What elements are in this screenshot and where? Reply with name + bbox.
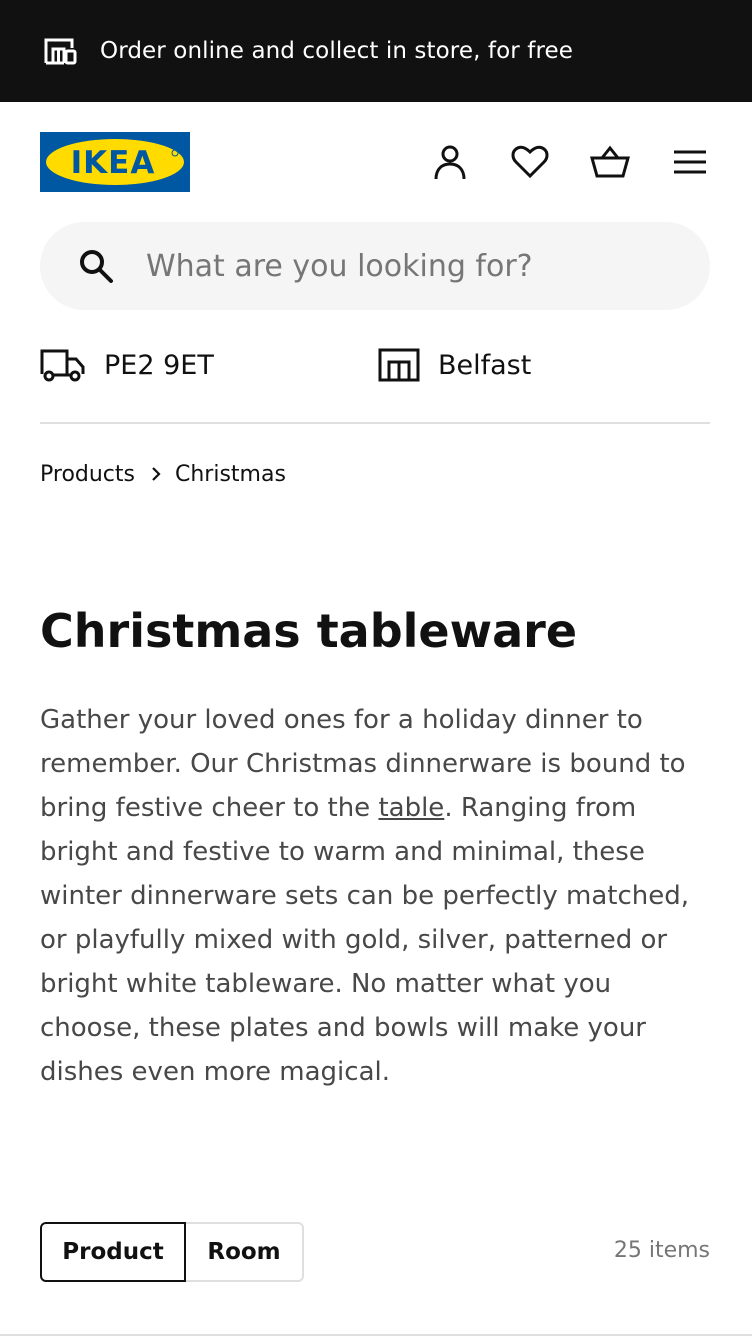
promo-banner-text: Order online and collect in store, for f… (100, 38, 574, 64)
menu-icon[interactable] (670, 142, 710, 182)
description-line: winter dinnerware sets can be perfectly … (40, 881, 690, 911)
description-line: dishes even more magical. (40, 1057, 390, 1087)
divider (40, 422, 710, 424)
description-line: or playfully mixed with gold, silver, pa… (40, 925, 668, 955)
breadcrumb-item-products[interactable]: Products (40, 462, 135, 487)
description-line: Gather your loved ones for a holiday din… (40, 705, 643, 735)
selected-store[interactable]: Belfast (378, 342, 531, 388)
description-text: . Ranging from (444, 793, 637, 823)
truck-icon (40, 348, 86, 382)
product-toggle-button[interactable]: Product (40, 1222, 186, 1282)
results-count: 25 items (613, 1238, 710, 1263)
description-line: bright and festive to warm and minimal, … (40, 837, 645, 867)
search-bar[interactable] (40, 222, 710, 310)
store-name-text: Belfast (438, 349, 532, 381)
table-link[interactable]: table (378, 793, 444, 823)
view-toggle: Product Room (40, 1222, 304, 1282)
heart-icon[interactable] (510, 142, 550, 182)
chevron-right-icon (151, 467, 161, 481)
store-icon (378, 348, 420, 382)
svg-text:IKEA: IKEA (71, 145, 156, 181)
page-title: Christmas tableware (40, 604, 578, 658)
store-icon (44, 37, 78, 65)
description-line: bring festive cheer to the table. Rangin… (40, 786, 720, 830)
page-description: Gather your loved ones for a holiday din… (40, 698, 720, 1094)
delivery-postcode[interactable]: PE2 9ET (40, 342, 214, 388)
divider (0, 1334, 752, 1336)
search-icon[interactable] (78, 248, 114, 284)
site-header: IKEA (0, 102, 752, 222)
description-line: bright white tableware. No matter what y… (40, 969, 612, 999)
search-input[interactable] (146, 248, 646, 284)
basket-icon[interactable] (590, 142, 630, 182)
breadcrumb: Products Christmas (40, 456, 286, 492)
postcode-text: PE2 9ET (104, 349, 214, 381)
promo-banner[interactable]: Order online and collect in store, for f… (0, 0, 752, 102)
ikea-logo[interactable]: IKEA (40, 132, 190, 192)
user-icon[interactable] (430, 142, 470, 182)
breadcrumb-item-christmas[interactable]: Christmas (175, 462, 286, 487)
description-text: bring festive cheer to the (40, 793, 379, 823)
room-toggle-button[interactable]: Room (186, 1222, 304, 1282)
description-line: choose, these plates and bowls will make… (40, 1013, 646, 1043)
description-line: remember. Our Christmas dinnerware is bo… (40, 749, 686, 779)
